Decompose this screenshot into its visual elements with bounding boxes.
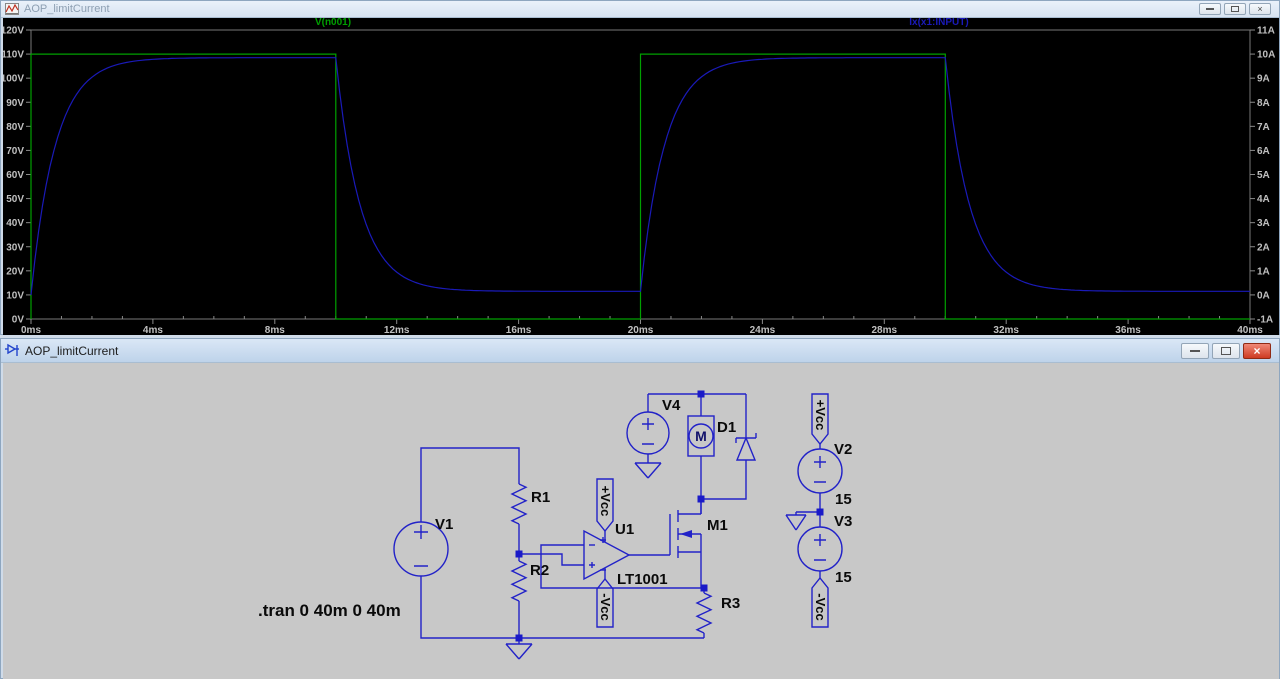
svg-text:60V: 60V (6, 170, 24, 181)
svg-text:10V: 10V (6, 290, 24, 301)
vcc-minus-label: -Vcc (598, 593, 613, 620)
motor-letter: M (695, 428, 707, 444)
svg-text:1A: 1A (1257, 266, 1270, 277)
svg-text:3A: 3A (1257, 218, 1270, 229)
voltage-source-v3-label[interactable]: V3 (834, 513, 852, 530)
minimize-icon (1190, 350, 1200, 352)
resistor-r3-label[interactable]: R3 (721, 595, 740, 612)
mosfet-m1[interactable]: M1 (669, 499, 728, 558)
ground-flag-v2v3[interactable] (785, 512, 807, 531)
svg-text:8ms: 8ms (265, 325, 285, 335)
svg-text:40V: 40V (6, 218, 24, 229)
voltage-source-v3[interactable]: V3 15 (797, 513, 852, 586)
wires (420, 393, 821, 639)
svg-text:28ms: 28ms (872, 325, 898, 335)
resistor-r1-label[interactable]: R1 (531, 489, 550, 506)
vcc-minus-label: -Vcc (813, 593, 828, 620)
vcc-plus-flag-opamp[interactable]: +Vcc (596, 478, 614, 533)
resistor-r1[interactable]: R1 (510, 483, 550, 525)
waveform-chart: 120V 110V 100V 90V 80V 70V 60V 50V 40V 30V 20V 10V 0… (3, 18, 1275, 335)
ground-flag-v4[interactable] (634, 462, 662, 479)
maximize-icon (1231, 6, 1239, 12)
svg-text:7A: 7A (1257, 122, 1270, 133)
schematic-window-title: AOP_limitCurrent (25, 343, 119, 358)
close-icon: × (1253, 344, 1261, 358)
close-button[interactable]: × (1249, 3, 1271, 15)
svg-text:4A: 4A (1257, 194, 1270, 205)
schematic-window: AOP_limitCurrent × R1 R2 R3 V1 V4 U1 LT1… (0, 338, 1280, 679)
svg-text:-1A: -1A (1257, 315, 1273, 326)
vcc-minus-flag-v3[interactable]: -Vcc (811, 576, 829, 628)
svg-text:30V: 30V (6, 242, 24, 253)
vcc-minus-flag-opamp[interactable]: -Vcc (596, 577, 614, 628)
close-button[interactable]: × (1243, 343, 1271, 359)
close-icon: × (1257, 3, 1263, 14)
voltage-source-v4-label[interactable]: V4 (662, 397, 681, 414)
svg-text:2A: 2A (1257, 242, 1270, 253)
voltage-source-v2[interactable]: V2 15 (797, 441, 852, 508)
svg-text:5A: 5A (1257, 170, 1270, 181)
svg-text:40ms: 40ms (1237, 325, 1263, 335)
svg-text:10A: 10A (1257, 50, 1275, 61)
waveform-titlebar[interactable]: AOP_limitCurrent × (1, 1, 1279, 18)
minimize-icon (1206, 8, 1214, 10)
svg-text:70V: 70V (6, 146, 24, 157)
svg-text:80V: 80V (6, 122, 24, 133)
svg-text:32ms: 32ms (993, 325, 1019, 335)
svg-text:0ms: 0ms (21, 325, 41, 335)
vcc-plus-label: +Vcc (813, 400, 828, 431)
maximize-button[interactable] (1224, 3, 1246, 15)
waveform-window-icon (5, 3, 19, 15)
maximize-button[interactable] (1212, 343, 1240, 359)
minimize-button[interactable] (1199, 3, 1221, 15)
vcc-plus-flag-v2[interactable]: +Vcc (811, 393, 829, 446)
diode-d1-label[interactable]: D1 (717, 419, 736, 436)
schematic-titlebar[interactable]: AOP_limitCurrent × (1, 339, 1279, 363)
svg-text:9A: 9A (1257, 74, 1270, 85)
svg-text:11A: 11A (1257, 26, 1275, 37)
resistor-r2-label[interactable]: R2 (530, 562, 549, 579)
svg-text:0A: 0A (1257, 290, 1270, 301)
opamp-u1-value[interactable]: LT1001 (617, 571, 668, 588)
diode-d1[interactable]: D1 (717, 419, 757, 461)
svg-text:20ms: 20ms (628, 325, 654, 335)
maximize-icon (1221, 347, 1231, 355)
svg-text:110V: 110V (3, 50, 24, 61)
svg-text:24ms: 24ms (750, 325, 776, 335)
minimize-button[interactable] (1181, 343, 1209, 359)
svg-text:6A: 6A (1257, 146, 1270, 157)
voltage-source-v2-label[interactable]: V2 (834, 441, 852, 458)
resistor-r3[interactable]: R3 (695, 592, 740, 634)
resistor-r2[interactable]: R2 (510, 560, 549, 602)
motor-symbol[interactable]: M (687, 415, 715, 457)
vcc-plus-label: +Vcc (598, 486, 613, 517)
svg-text:20V: 20V (6, 266, 24, 277)
schematic-window-icon (5, 343, 19, 356)
svg-text:50V: 50V (6, 194, 24, 205)
spice-directive[interactable]: .tran 0 40m 0 40m (258, 601, 401, 620)
schematic-canvas[interactable]: R1 R2 R3 V1 V4 U1 LT1001 +Vcc -Vcc M1 M … (3, 363, 1279, 679)
svg-text:90V: 90V (6, 98, 24, 109)
svg-text:100V: 100V (3, 74, 24, 85)
svg-text:12ms: 12ms (384, 325, 410, 335)
voltage-source-v3-value[interactable]: 15 (835, 569, 852, 586)
voltage-source-v1-label[interactable]: V1 (435, 516, 453, 533)
opamp-u1-label[interactable]: U1 (615, 521, 634, 538)
svg-text:36ms: 36ms (1115, 325, 1141, 335)
svg-text:120V: 120V (3, 26, 24, 37)
svg-text:Ix(x1:INPUT): Ix(x1:INPUT) (909, 18, 968, 28)
voltage-source-v4[interactable]: V4 (626, 397, 681, 463)
voltage-source-v1[interactable]: V1 (393, 516, 453, 577)
svg-text:8A: 8A (1257, 98, 1270, 109)
svg-text:V(n001): V(n001) (315, 18, 351, 28)
svg-text:0V: 0V (12, 315, 25, 326)
schematic-drawing: R1 R2 R3 V1 V4 U1 LT1001 +Vcc -Vcc M1 M … (258, 390, 852, 660)
waveform-plot-area[interactable]: 120V 110V 100V 90V 80V 70V 60V 50V 40V 30V 20V 10V 0… (3, 18, 1279, 335)
svg-text:4ms: 4ms (143, 325, 163, 335)
svg-text:16ms: 16ms (506, 325, 532, 335)
voltage-source-v2-value[interactable]: 15 (835, 491, 852, 508)
waveform-window-title: AOP_limitCurrent (24, 3, 110, 15)
mosfet-m1-label[interactable]: M1 (707, 517, 728, 534)
waveform-window: AOP_limitCurrent × 120V 110V 100V 90V 80V 70V… (0, 0, 1280, 335)
